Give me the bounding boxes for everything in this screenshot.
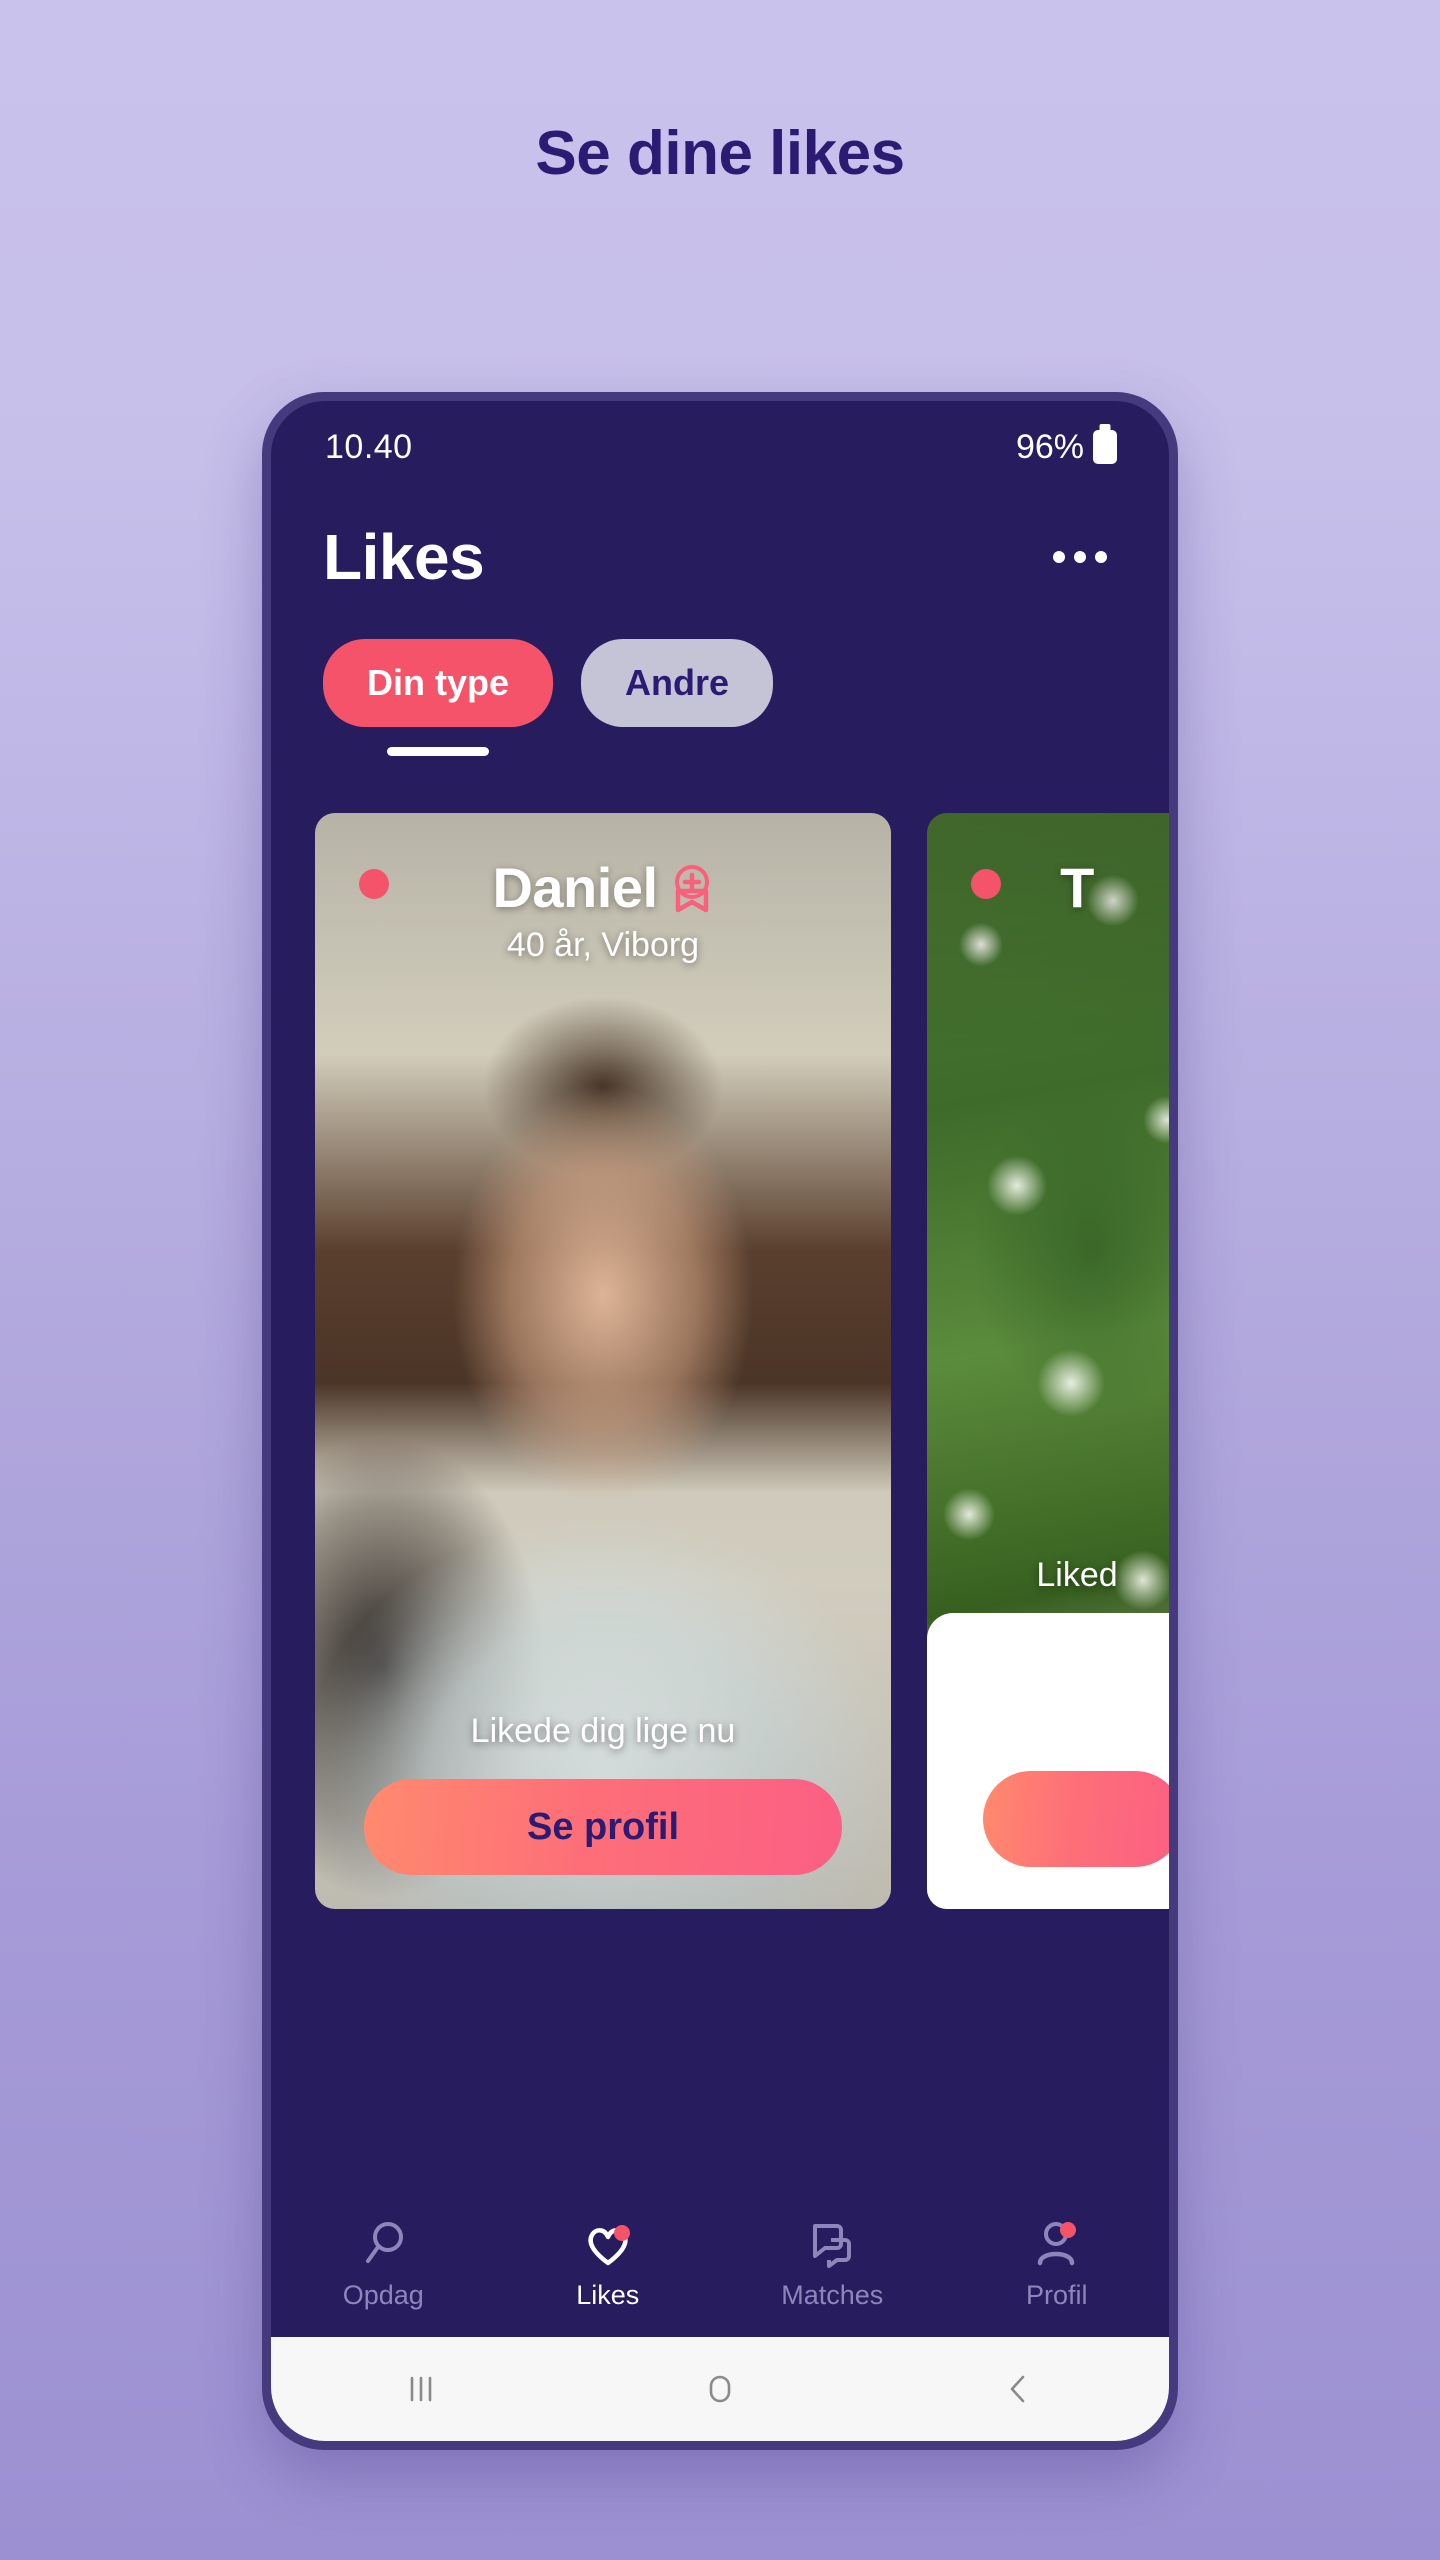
card-subtitle: 40 år, Viborg bbox=[506, 926, 700, 964]
online-status-dot bbox=[971, 869, 1001, 899]
likes-card-deck: Daniel 40 år, Viborg Likede dig lige nu … bbox=[271, 813, 1169, 1913]
page-title: Likes bbox=[323, 521, 485, 593]
status-bar: 10.40 96% bbox=[271, 401, 1169, 493]
nav-item-profil[interactable]: Profil bbox=[945, 2218, 1170, 2311]
card-top-info: Daniel 40 år, Viborg bbox=[315, 855, 891, 965]
se-profil-button-next[interactable] bbox=[983, 1771, 1169, 1867]
card-name-row: Daniel bbox=[492, 855, 713, 920]
nav-label-profil: Profil bbox=[1025, 2279, 1088, 2310]
bottom-navigation: Opdag Likes Matches Profil bbox=[271, 2191, 1169, 2337]
online-status-dot bbox=[359, 869, 389, 899]
kebab-dot bbox=[1074, 551, 1086, 563]
tab-active-underline bbox=[387, 747, 489, 756]
phone-screen: 10.40 96% Likes Din type Andre Daniel 40… bbox=[271, 401, 1169, 2441]
likes-badge-dot bbox=[613, 2224, 630, 2241]
battery-full-icon bbox=[1093, 430, 1117, 464]
android-system-nav bbox=[271, 2337, 1169, 2441]
nav-label-matches: Matches bbox=[781, 2279, 884, 2310]
tab-wrap-andre: Andre bbox=[581, 639, 774, 756]
promo-headline: Se dine likes bbox=[535, 119, 905, 188]
card-status-text: Likede dig lige nu bbox=[470, 1712, 736, 1750]
nav-item-matches[interactable]: Matches bbox=[720, 2218, 945, 2311]
status-time: 10.40 bbox=[325, 427, 413, 466]
chat-bubbles-icon bbox=[813, 2223, 852, 2268]
status-right-cluster: 96% bbox=[1016, 428, 1117, 467]
card-name: T bbox=[1060, 856, 1094, 919]
back-icon[interactable] bbox=[959, 2337, 1079, 2441]
se-profil-button[interactable]: Se profil bbox=[364, 1779, 842, 1875]
card-top-info: T bbox=[927, 855, 1169, 920]
heart-icon bbox=[588, 2224, 630, 2265]
like-card-daniel[interactable]: Daniel 40 år, Viborg Likede dig lige nu … bbox=[315, 813, 891, 1909]
premium-plus-badge-icon bbox=[674, 864, 709, 912]
kebab-dot bbox=[1095, 551, 1107, 563]
kebab-menu-icon[interactable] bbox=[1047, 533, 1113, 581]
nav-label-likes: Likes bbox=[576, 2279, 640, 2310]
likes-tab-bar: Din type Andre bbox=[323, 639, 774, 756]
tab-din-type[interactable]: Din type bbox=[323, 639, 554, 727]
next-card-sheet bbox=[927, 1613, 1169, 1909]
nav-label-opdag: Opdag bbox=[342, 2279, 424, 2310]
home-icon[interactable] bbox=[660, 2337, 780, 2441]
app-header: Likes bbox=[271, 493, 1169, 621]
tab-wrap-din-type: Din type bbox=[323, 639, 554, 756]
like-card-next[interactable]: T Liked bbox=[927, 813, 1169, 1909]
nav-item-likes[interactable]: Likes bbox=[496, 2218, 721, 2311]
kebab-dot bbox=[1053, 551, 1065, 563]
nav-item-opdag[interactable]: Opdag bbox=[271, 2218, 496, 2311]
card-status-text: Liked bbox=[1036, 1556, 1118, 1594]
phone-frame: 10.40 96% Likes Din type Andre Daniel 40… bbox=[262, 392, 1178, 2450]
card-name-row: T bbox=[1060, 855, 1094, 920]
tab-andre[interactable]: Andre bbox=[581, 639, 774, 727]
card-name: Daniel bbox=[492, 856, 658, 919]
person-icon bbox=[1037, 2221, 1076, 2265]
card-bottom-actions: Likede dig lige nu Se profil bbox=[315, 1712, 891, 1875]
profil-badge-dot bbox=[1059, 2221, 1076, 2238]
recents-icon[interactable] bbox=[361, 2337, 481, 2441]
search-icon bbox=[366, 2221, 404, 2263]
battery-percent-label: 96% bbox=[1015, 427, 1084, 466]
